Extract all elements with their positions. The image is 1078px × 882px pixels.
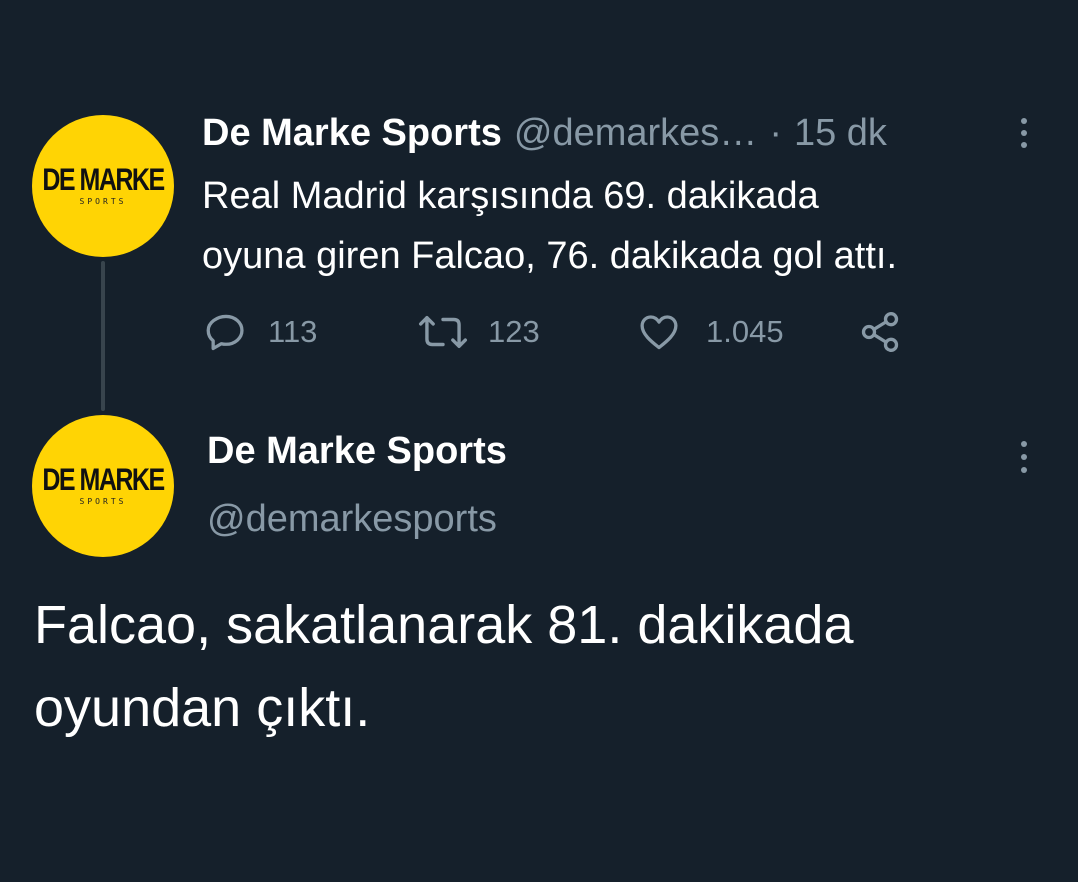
avatar[interactable]: DE MARKE SPORTS [32, 415, 174, 557]
retweet-icon [418, 310, 468, 354]
share-button[interactable] [857, 308, 903, 356]
retweet-count: 123 [488, 314, 540, 349]
reply-button[interactable]: 113 [204, 308, 317, 356]
separator-dot: · [769, 111, 782, 154]
avatar[interactable]: DE MARKE SPORTS [32, 115, 174, 257]
tweet-header: De Marke Sports @demarkes… · 15 dk [202, 108, 887, 158]
display-name[interactable]: De Marke Sports [207, 430, 507, 473]
tweet-text: Real Madrid karşısında 69. dakikada oyun… [202, 166, 1062, 286]
user-handle[interactable]: @demarkesports [207, 498, 497, 541]
display-name[interactable]: De Marke Sports [202, 112, 502, 155]
more-vertical-icon[interactable] [1014, 118, 1034, 148]
tweet-text: Falcao, sakatlanarak 81. dakikada oyunda… [34, 584, 1064, 750]
avatar-logo-subtext: SPORTS [79, 497, 127, 506]
like-count: 1.045 [706, 314, 784, 349]
tweet-text-line: oyundan çıktı. [34, 678, 371, 738]
user-handle[interactable]: @demarkes… [514, 112, 757, 155]
avatar-logo-text: DE MARKE [42, 162, 165, 198]
like-button[interactable]: 1.045 [636, 308, 784, 356]
tweet-text-line: Falcao, sakatlanarak 81. dakikada [34, 595, 854, 655]
retweet-button[interactable]: 123 [418, 308, 540, 356]
share-icon [857, 310, 903, 354]
tweet-timestamp[interactable]: 15 dk [794, 112, 887, 155]
heart-icon [636, 310, 682, 354]
tweet-text-line: Real Madrid karşısında 69. dakikada [202, 175, 819, 217]
tweet-text-line: oyuna giren Falcao, 76. dakikada gol att… [202, 235, 898, 277]
thread-connector-line [101, 261, 105, 411]
reply-count: 113 [268, 314, 318, 349]
reply-icon [204, 310, 248, 354]
avatar-logo-text: DE MARKE [42, 462, 165, 498]
more-vertical-icon[interactable] [1014, 441, 1034, 473]
avatar-logo-subtext: SPORTS [79, 197, 127, 206]
